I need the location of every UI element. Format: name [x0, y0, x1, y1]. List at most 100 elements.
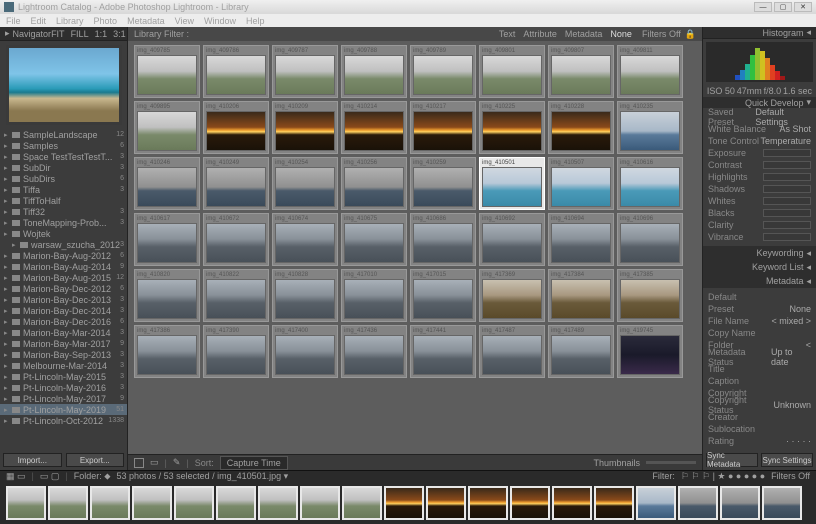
folder-item[interactable]: ▸Marion-Bay-Dec-20143 [0, 305, 127, 316]
thumbnail-cell[interactable]: img_409807 [548, 45, 614, 98]
folder-item[interactable]: ▸Marion-Bay-Dec-20133 [0, 294, 127, 305]
lock-icon[interactable]: 🔒 [685, 29, 696, 40]
slider-clarity[interactable] [763, 221, 811, 229]
thumbnail-cell[interactable]: img_417010 [341, 269, 407, 322]
folder-item[interactable]: ▸warsaw_szucha_20123 [0, 239, 127, 250]
thumbnail-cell[interactable]: img_409895 [134, 101, 200, 154]
thumbnail-cell[interactable]: img_410674 [272, 213, 338, 266]
thumbnail-cell[interactable]: img_410235 [617, 101, 683, 154]
filmstrip-thumb[interactable] [48, 486, 88, 520]
folder-item[interactable]: ▸Marion-Bay-Dec-20126 [0, 283, 127, 294]
menu-window[interactable]: Window [204, 16, 236, 26]
thumbnail-cell[interactable]: img_410214 [341, 101, 407, 154]
filmstrip-thumb[interactable] [552, 486, 592, 520]
thumbnail-cell[interactable]: img_410228 [548, 101, 614, 154]
menu-edit[interactable]: Edit [31, 16, 47, 26]
folder-item[interactable]: ▸Marion-Bay-Sep-20133 [0, 349, 127, 360]
thumbnail-cell[interactable]: img_410206 [203, 101, 269, 154]
sync-settings-button[interactable]: Sync Settings [761, 453, 813, 467]
folder-item[interactable]: ▸Samples6 [0, 140, 127, 151]
metadata-field[interactable]: Unknown [773, 400, 811, 410]
thumbnail-cell[interactable]: img_410692 [479, 213, 545, 266]
nav-mode-3:1[interactable]: 3:1 [113, 29, 126, 39]
thumbnail-cell[interactable]: img_410822 [203, 269, 269, 322]
filmstrip-thumb[interactable] [720, 486, 760, 520]
folder-item[interactable]: ▸Space TestTestTestT...3 [0, 151, 127, 162]
sync-metadata-button[interactable]: Sync Metadata [706, 453, 758, 467]
filmstrip-thumb[interactable] [132, 486, 172, 520]
filmstrip-thumb[interactable] [90, 486, 130, 520]
filmstrip-thumb[interactable] [384, 486, 424, 520]
thumbnail-cell[interactable]: img_417369 [479, 269, 545, 322]
close-button[interactable]: ✕ [794, 2, 812, 12]
menu-library[interactable]: Library [56, 16, 84, 26]
filmstrip-thumb[interactable] [468, 486, 508, 520]
thumbnail-cell[interactable]: img_417487 [479, 325, 545, 378]
thumbnail-cell[interactable]: img_417386 [134, 325, 200, 378]
thumbnail-cell[interactable]: img_409811 [617, 45, 683, 98]
folder-item[interactable]: ▸Tiffa3 [0, 184, 127, 195]
thumbnail-cell[interactable]: img_410616 [617, 157, 683, 210]
slider-vibrance[interactable] [763, 233, 811, 241]
thumbnail-cell[interactable]: img_410225 [479, 101, 545, 154]
thumbnail-cell[interactable]: img_410259 [410, 157, 476, 210]
thumbnail-cell[interactable]: img_417436 [341, 325, 407, 378]
thumbnail-size-slider[interactable] [646, 461, 696, 464]
loupe-view-icon[interactable]: ▭ [150, 457, 159, 468]
histogram-header[interactable]: Histogram◂ [703, 27, 816, 39]
filmstrip-thumb[interactable] [762, 486, 802, 520]
folder-item[interactable]: ▸Wojtek [0, 228, 127, 239]
filmstrip-thumb[interactable] [174, 486, 214, 520]
histogram[interactable] [706, 42, 813, 82]
metadata-field[interactable]: · · · · · [786, 436, 811, 446]
filter-tab-none[interactable]: None [610, 29, 632, 39]
folder-item[interactable]: ▸Marion-Bay-Mar-20143 [0, 327, 127, 338]
thumbnail-cell[interactable]: img_410820 [134, 269, 200, 322]
folder-item[interactable]: ▸Marion-Bay-Mar-20179 [0, 338, 127, 349]
thumbnail-cell[interactable]: img_410249 [203, 157, 269, 210]
section-keyword-list[interactable]: Keyword List◂ [703, 260, 816, 274]
folder-item[interactable]: ▸Pt-Lincoln-May-201951 [0, 404, 127, 415]
thumbnail-cell[interactable]: img_410507 [548, 157, 614, 210]
nav-mode-FILL[interactable]: FILL [71, 29, 89, 39]
filmstrip-thumb[interactable] [426, 486, 466, 520]
thumbnail-cell[interactable]: img_419745 [617, 325, 683, 378]
grid-view-icon[interactable] [134, 458, 144, 468]
menu-photo[interactable]: Photo [94, 16, 118, 26]
slider-whites[interactable] [763, 197, 811, 205]
thumbnail-cell[interactable]: img_417489 [548, 325, 614, 378]
thumbnail-cell[interactable]: img_410696 [617, 213, 683, 266]
thumbnail-cell[interactable]: img_410828 [272, 269, 338, 322]
folder-item[interactable]: ▸ToneMapping-Prob...3 [0, 217, 127, 228]
thumbnail-cell[interactable]: img_410501 [479, 157, 545, 210]
nav-mode-FIT[interactable]: FIT [51, 29, 65, 39]
minimize-button[interactable]: — [754, 2, 772, 12]
thumbnail-cell[interactable]: img_417385 [617, 269, 683, 322]
sort-dropdown[interactable]: Capture Time [220, 456, 288, 470]
slider-shadows[interactable] [763, 185, 811, 193]
slider-highlights[interactable] [763, 173, 811, 181]
metadata-field[interactable]: < mixed > [771, 316, 811, 326]
thumbnail-cell[interactable]: img_409801 [479, 45, 545, 98]
filter-preset[interactable]: Filters Off [642, 29, 681, 39]
filmstrip-thumb[interactable] [594, 486, 634, 520]
filmstrip-folder[interactable]: Folder: ⬥ [74, 471, 111, 482]
menu-view[interactable]: View [175, 16, 194, 26]
slider-contrast[interactable] [763, 161, 811, 169]
filmstrip-thumb[interactable] [342, 486, 382, 520]
filmstrip-thumb[interactable] [510, 486, 550, 520]
painter-icon[interactable]: ✎ [173, 457, 181, 468]
thumbnail-cell[interactable]: img_410617 [134, 213, 200, 266]
folder-item[interactable]: ▸Pt-Lincoln-May-20179 [0, 393, 127, 404]
folder-item[interactable]: ▸SampleLandscape12 [0, 129, 127, 140]
folder-item[interactable]: ▸Pt-Lincoln-May-20153 [0, 371, 127, 382]
thumbnail-cell[interactable]: img_409787 [272, 45, 338, 98]
filmstrip-thumb[interactable] [678, 486, 718, 520]
folder-item[interactable]: ▸Marion-Bay-Aug-201512 [0, 272, 127, 283]
nav-mode-1:1[interactable]: 1:1 [95, 29, 108, 39]
thumbnail-cell[interactable]: img_410256 [341, 157, 407, 210]
thumbnail-cell[interactable]: img_410217 [410, 101, 476, 154]
folder-item[interactable]: ▸SubDirs6 [0, 173, 127, 184]
thumbnail-cell[interactable]: img_417441 [410, 325, 476, 378]
thumbnail-cell[interactable]: img_410694 [548, 213, 614, 266]
